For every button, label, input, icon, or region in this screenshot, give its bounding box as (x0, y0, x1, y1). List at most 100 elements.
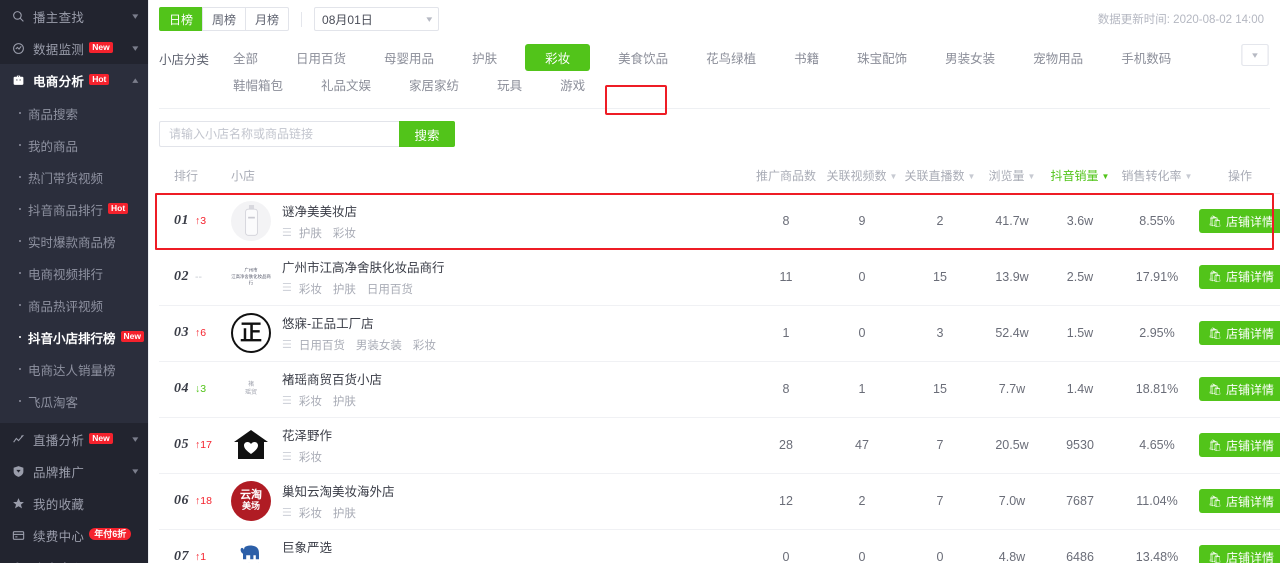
col-action: 操作 (1199, 159, 1280, 194)
shop-name[interactable]: 巢知云淘美妆海外店 (282, 481, 395, 500)
sidebar-item-ecommerce-analysis[interactable]: 电商分析 Hot ▴ (0, 64, 148, 96)
sidebar-item-my-favorites[interactable]: 我的收藏 (0, 487, 148, 519)
category-books[interactable]: 书籍 (784, 44, 829, 71)
sidebar-item-personal-center[interactable]: 个人中心 (0, 551, 148, 563)
category-maternal-baby[interactable]: 母婴用品 (374, 44, 444, 71)
bag-icon: 🛍 (1208, 327, 1222, 340)
table-row[interactable]: 04 ↓3 褚瑶贸 褚瑶商贸百货小店 ☰ 彩妆 护肤 8 1 15 7.7w 1… (159, 361, 1280, 418)
col-lives[interactable]: 关联直播数 ▼ (901, 159, 979, 194)
shop-detail-button[interactable]: 🛍 店铺详情 (1199, 264, 1280, 289)
shop-cell: 褚瑶贸 褚瑶商贸百货小店 ☰ 彩妆 护肤 (231, 361, 749, 418)
col-views[interactable]: 浏览量 ▼ (979, 159, 1045, 194)
chevron-down-icon: ▾ (132, 42, 139, 53)
sidebar-item-label: 数据监测 (33, 42, 85, 57)
table-row[interactable]: 05 ↑17 花泽野作 ☰ 彩妆 28 47 7 20.5w 9530 4.65… (159, 417, 1280, 474)
table-row[interactable]: 07 ↑1 喔鸣巨象 巨象严选 (159, 529, 1280, 563)
category-toys[interactable]: 玩具 (487, 71, 532, 98)
category-food-drink[interactable]: 美食饮品 (608, 44, 678, 71)
bullet-icon (19, 272, 21, 274)
shop-detail-button[interactable]: 🛍 店铺详情 (1199, 433, 1280, 457)
shop-detail-button[interactable]: 🛍 店铺详情 (1199, 489, 1280, 513)
shop-detail-button[interactable]: 🛍 店铺详情 (1199, 321, 1280, 345)
views-value: 20.5w (979, 417, 1045, 474)
table-row[interactable]: 06 ↑18 云淘 美场 巢知云淘美妆海外店 ☰ 彩妆 护肤 12 2 7 7.… (159, 473, 1280, 530)
lives-value: 7 (901, 417, 979, 474)
search-input[interactable] (159, 121, 399, 147)
rank-delta-up: ↑18 (195, 495, 212, 507)
category-home-textiles[interactable]: 家居家纺 (399, 71, 469, 98)
shield-icon (11, 464, 26, 479)
category-digital[interactable]: 手机数码 (1111, 44, 1181, 71)
shop-tag: 日用百货 (366, 283, 413, 296)
shop-detail-button[interactable]: 🛍 店铺详情 (1199, 545, 1280, 563)
category-jewelry[interactable]: 珠宝配饰 (847, 44, 917, 71)
toolbar-divider (301, 11, 303, 27)
sidebar-item-product-review-videos[interactable]: 商品热评视频 (0, 289, 148, 321)
sidebar-badge-discount: 年付6折 (89, 528, 132, 540)
sidebar-item-influencer-sales-rank[interactable]: 电商达人销量榜 (0, 353, 148, 385)
sidebar-badge-new: New (120, 330, 144, 342)
category-skincare[interactable]: 护肤 (462, 44, 507, 71)
videos-value: 0 (823, 305, 901, 362)
shop-cell: 谜净美美妆店 ☰ 护肤 彩妆 (231, 193, 749, 249)
category-makeup[interactable]: 彩妆 (525, 44, 591, 71)
list-icon: ☰ (282, 506, 292, 519)
category-shoes-bags[interactable]: 鞋帽箱包 (223, 71, 293, 98)
shop-tag: 护肤 (298, 228, 322, 241)
shop-name[interactable]: 花泽野作 (282, 425, 333, 444)
rank-cell: 02 -- (159, 249, 231, 306)
table-row[interactable]: 02 -- 广州市 江高净舍肤化妆品商行 广州市江高净舍肤化妆品商行 ☰ 彩妆 … (159, 249, 1280, 306)
table-row[interactable]: 03 ↑6 正 悠寐-正品工厂店 ☰ 日用百货 男装女装 彩妆 1 0 3 52… (159, 305, 1280, 362)
briefcase-icon (11, 73, 26, 88)
tab-daily-rank[interactable]: 日榜 (159, 7, 204, 31)
sidebar-item-ecommerce-video-rank[interactable]: 电商视频排行 (0, 257, 148, 289)
search-button[interactable]: 搜索 (399, 121, 455, 147)
col-videos[interactable]: 关联视频数 ▼ (823, 159, 901, 194)
sidebar-badge-hot: Hot (89, 73, 110, 85)
category-clothing[interactable]: 男装女装 (935, 44, 1005, 71)
col-promo-items: 推广商品数 (749, 159, 823, 194)
sidebar-item-my-products[interactable]: 我的商品 (0, 129, 148, 161)
sidebar-item-douyin-shop-rank[interactable]: 抖音小店排行榜 New (0, 321, 148, 353)
date-picker[interactable]: 08月01日 ▾ (314, 7, 440, 31)
shop-detail-button[interactable]: 🛍 店铺详情 (1199, 209, 1280, 234)
category-expand-button[interactable]: ▾ (1241, 44, 1269, 66)
category-list: 全部 日用百货 母婴用品 护肤 彩妆 美食饮品 花鸟绿植 书籍 珠宝配饰 男装女… (223, 44, 1244, 98)
shop-name[interactable]: 谜净美美妆店 (282, 201, 367, 220)
sidebar-item-anchor-search[interactable]: 播主查找 ▾ (0, 0, 148, 32)
tab-weekly-rank[interactable]: 周榜 (202, 7, 247, 31)
shop-tags: ☰ 彩妆 护肤 日用百货 (282, 281, 445, 297)
category-all[interactable]: 全部 (223, 44, 268, 71)
avatar (231, 425, 271, 465)
category-pet-supplies[interactable]: 宠物用品 (1023, 44, 1093, 71)
sidebar-item-renewal-center[interactable]: 续费中心 年付6折 (0, 519, 148, 551)
lives-value: 0 (901, 529, 979, 563)
shop-name[interactable]: 巨象严选 (282, 537, 333, 556)
sidebar-item-data-monitor[interactable]: 数据监测 New ▾ (0, 32, 148, 64)
category-games[interactable]: 游戏 (550, 71, 595, 98)
sidebar-item-live-analysis[interactable]: 直播分析 New ▾ (0, 423, 148, 455)
list-icon: ☰ (282, 282, 292, 295)
shop-name[interactable]: 悠寐-正品工厂店 (282, 313, 447, 332)
shop-detail-button[interactable]: 🛍 店铺详情 (1199, 377, 1280, 401)
bag-icon: 🛍 (1208, 271, 1222, 284)
shop-name[interactable]: 广州市江高净舍肤化妆品商行 (282, 257, 445, 276)
sidebar-item-douyin-product-rank[interactable]: 抖音商品排行 Hot (0, 193, 148, 225)
tab-monthly-rank[interactable]: 月榜 (245, 7, 290, 31)
sidebar-item-feigua-taoke[interactable]: 飞瓜淘客 (0, 385, 148, 417)
sidebar-item-brand-promotion[interactable]: 品牌推广 ▾ (0, 455, 148, 487)
category-plants[interactable]: 花鸟绿植 (696, 44, 766, 71)
sidebar-item-product-search[interactable]: 商品搜索 (0, 97, 148, 129)
rank-delta-down: ↓3 (195, 383, 207, 395)
category-daily-goods[interactable]: 日用百货 (286, 44, 356, 71)
category-gifts-entertainment[interactable]: 礼品文娱 (311, 71, 381, 98)
sidebar-item-hot-videos[interactable]: 热门带货视频 (0, 161, 148, 193)
shop-name[interactable]: 褚瑶商贸百货小店 (282, 369, 382, 388)
col-conversion[interactable]: 销售转化率 ▼ (1115, 159, 1199, 194)
col-sales[interactable]: 抖音销量 ▼ (1045, 159, 1115, 194)
table-row[interactable]: 01 ↑3 谜净美美妆店 ☰ 护肤 彩妆 8 9 2 41.7w 3.6w 8.… (159, 193, 1280, 249)
table-head: 排行 小店 推广商品数 关联视频数 ▼ 关联直播数 ▼ 浏览量 ▼ 抖音销量 ▼ 销售转… (159, 159, 1280, 194)
action-cell: 🛍 店铺详情 (1199, 529, 1280, 563)
shop-detail-button-label: 店铺详情 (1225, 494, 1274, 509)
sidebar-item-realtime-hot-products[interactable]: 实时爆款商品榜 (0, 225, 148, 257)
